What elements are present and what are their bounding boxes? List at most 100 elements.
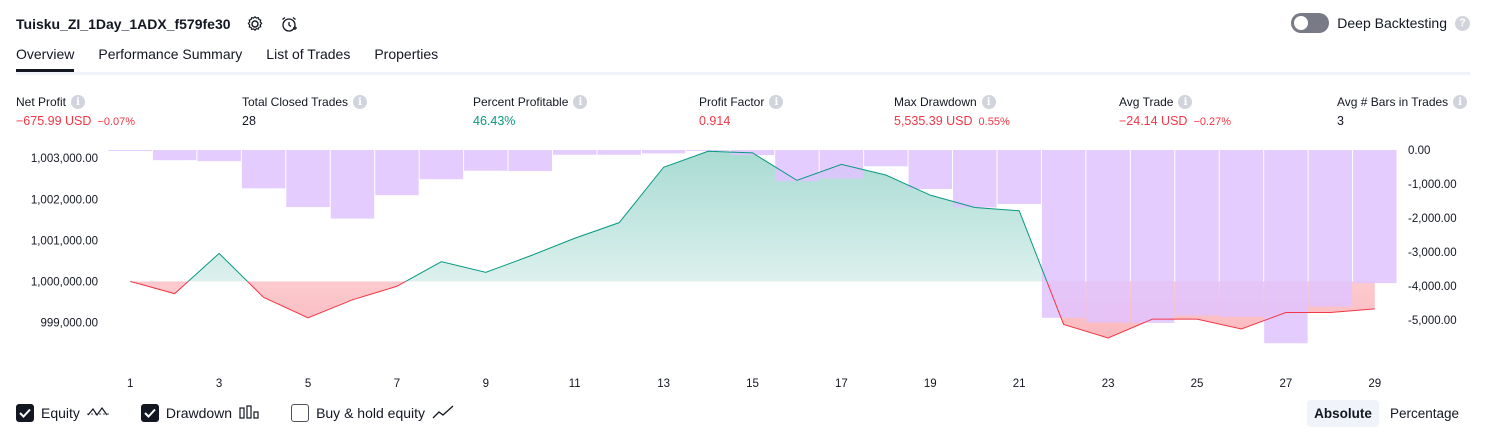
drawdown-bar xyxy=(997,150,1041,205)
tab-overview[interactable]: Overview xyxy=(16,46,75,72)
drawdown-bar xyxy=(597,150,641,155)
metric-percent: −0.27% xyxy=(1193,116,1232,128)
drawdown-bar xyxy=(1086,150,1130,323)
metric-avg-bars-in-trades: Avg # Bars in Trades i 3 xyxy=(1337,94,1468,128)
buy-hold-line-icon xyxy=(432,405,454,422)
metric-label: Total Closed Trades xyxy=(242,95,349,109)
drawdown-bar xyxy=(641,150,686,154)
absolute-button[interactable]: Absolute xyxy=(1307,400,1379,427)
right-axis-tick-label: -5,000.00 xyxy=(1408,315,1457,327)
add-alert-icon[interactable] xyxy=(279,14,299,34)
x-axis-tick-label: 11 xyxy=(569,378,581,390)
drawdown-checkbox[interactable] xyxy=(140,404,159,422)
info-icon[interactable]: i xyxy=(1178,95,1193,109)
metric-label: Max Drawdown xyxy=(894,95,977,109)
drawdown-bar xyxy=(419,150,464,180)
tab-performance-summary[interactable]: Performance Summary xyxy=(98,46,242,72)
metric-label: Percent Profitable xyxy=(473,95,569,109)
percentage-button[interactable]: Percentage xyxy=(1383,400,1466,427)
drawdown-bar xyxy=(508,150,552,172)
info-icon[interactable]: i xyxy=(981,95,996,109)
drawdown-bar xyxy=(108,150,152,152)
help-icon[interactable]: ? xyxy=(1455,15,1470,31)
equity-line-icon xyxy=(86,405,109,422)
strategy-name: Tuisku_ZI_1Day_1ADX_f579fe30 xyxy=(16,16,231,32)
x-axis-tick-label: 19 xyxy=(924,378,937,390)
metric-percent: −0.07% xyxy=(97,116,136,128)
drawdown-bar xyxy=(464,150,508,171)
metric-value: 28 xyxy=(242,114,256,128)
drawdown-bar xyxy=(1308,150,1353,307)
metric-label: Net Profit xyxy=(16,95,67,109)
drawdown-bar xyxy=(286,150,330,208)
legend-equity[interactable]: Equity xyxy=(16,404,109,422)
x-axis-tick-label: 29 xyxy=(1368,378,1381,390)
info-icon[interactable]: i xyxy=(573,95,588,109)
x-axis-tick-label: 1 xyxy=(127,378,133,390)
drawdown-bars-icon xyxy=(239,404,259,422)
drawdown-bar xyxy=(1041,150,1086,318)
gear-icon[interactable] xyxy=(245,14,265,34)
right-axis-tick-label: 0.00 xyxy=(1408,145,1430,157)
deep-backtesting-label: Deep Backtesting xyxy=(1337,15,1447,31)
metric-value: 3 xyxy=(1337,114,1344,128)
drawdown-bar xyxy=(197,150,241,162)
tab-properties[interactable]: Properties xyxy=(374,46,438,72)
metric-value: 5,535.39 USD xyxy=(894,114,973,128)
deep-backtesting-toggle[interactable] xyxy=(1291,13,1330,33)
x-axis-tick-label: 7 xyxy=(394,378,400,390)
drawdown-bar xyxy=(1175,150,1219,316)
legend-buy-hold-equity[interactable]: Buy & hold equity xyxy=(291,404,454,422)
metric-value: −24.14 USD xyxy=(1119,114,1188,128)
x-axis-tick-label: 25 xyxy=(1191,378,1204,390)
drawdown-bar xyxy=(1353,150,1397,284)
drawdown-bar xyxy=(1219,150,1264,317)
legend-label: Buy & hold equity xyxy=(316,405,426,421)
x-axis-tick-label: 5 xyxy=(305,378,311,390)
metric-net-profit: Net Profit i −675.99 USD −0.07% xyxy=(16,94,135,128)
toggle-knob xyxy=(1294,16,1309,30)
x-axis-tick-label: 3 xyxy=(216,378,222,390)
x-axis-tick-label: 13 xyxy=(657,378,670,390)
strategy-header: Tuisku_ZI_1Day_1ADX_f579fe30 xyxy=(16,12,299,36)
info-icon[interactable]: i xyxy=(353,95,368,109)
drawdown-bar xyxy=(152,150,197,161)
drawdown-bar xyxy=(1130,150,1175,323)
metric-max-drawdown: Max Drawdown i 5,535.39 USD 0.55% xyxy=(894,94,1010,128)
report-tabs: Overview Performance Summary List of Tra… xyxy=(16,46,438,72)
right-axis-tick-label: -3,000.00 xyxy=(1408,247,1457,259)
chart-legend: Equity Drawdown Buy & hold equity xyxy=(16,404,486,422)
tab-list-of-trades[interactable]: List of Trades xyxy=(266,46,350,72)
left-axis-tick-label: 999,000.00 xyxy=(40,317,98,329)
metric-percent: 0.55% xyxy=(978,116,1010,128)
drawdown-bar xyxy=(908,150,953,190)
drawdown-bar xyxy=(552,150,597,155)
x-axis-tick-label: 23 xyxy=(1102,378,1115,390)
right-axis-tick-label: -2,000.00 xyxy=(1408,213,1457,225)
x-axis-tick-label: 9 xyxy=(483,378,489,390)
info-icon[interactable]: i xyxy=(71,95,86,109)
tabs-divider xyxy=(16,72,1470,75)
metric-value: −675.99 USD xyxy=(16,114,92,128)
metric-total-closed-trades: Total Closed Trades i 28 xyxy=(242,94,368,128)
legend-drawdown[interactable]: Drawdown xyxy=(140,404,259,422)
x-axis-tick-label: 17 xyxy=(835,378,848,390)
drawdown-bar xyxy=(1264,150,1308,344)
right-axis-tick-label: -1,000.00 xyxy=(1408,179,1457,191)
x-axis-tick-label: 15 xyxy=(746,378,759,390)
value-mode-switch: Absolute Percentage xyxy=(1307,400,1466,427)
info-icon[interactable]: i xyxy=(769,95,784,109)
x-axis-tick-label: 27 xyxy=(1279,378,1292,390)
equity-checkbox[interactable] xyxy=(16,404,34,422)
x-axis-tick-label: 21 xyxy=(1013,378,1026,390)
drawdown-bar xyxy=(241,150,286,189)
metric-value: 0.914 xyxy=(699,114,731,128)
metric-label: Avg # Bars in Trades xyxy=(1337,95,1449,109)
left-axis-tick-label: 1,002,000.00 xyxy=(31,194,98,206)
left-axis-tick-label: 1,003,000.00 xyxy=(31,153,98,165)
equity-drawdown-chart[interactable]: 1,003,000.00 1,002,000.00 1,001,000.00 1,00… xyxy=(0,140,1486,395)
buy-hold-checkbox[interactable] xyxy=(291,404,310,422)
drawdown-bar xyxy=(330,150,375,219)
metric-label: Avg Trade xyxy=(1119,95,1174,109)
info-icon[interactable]: i xyxy=(1453,95,1468,109)
